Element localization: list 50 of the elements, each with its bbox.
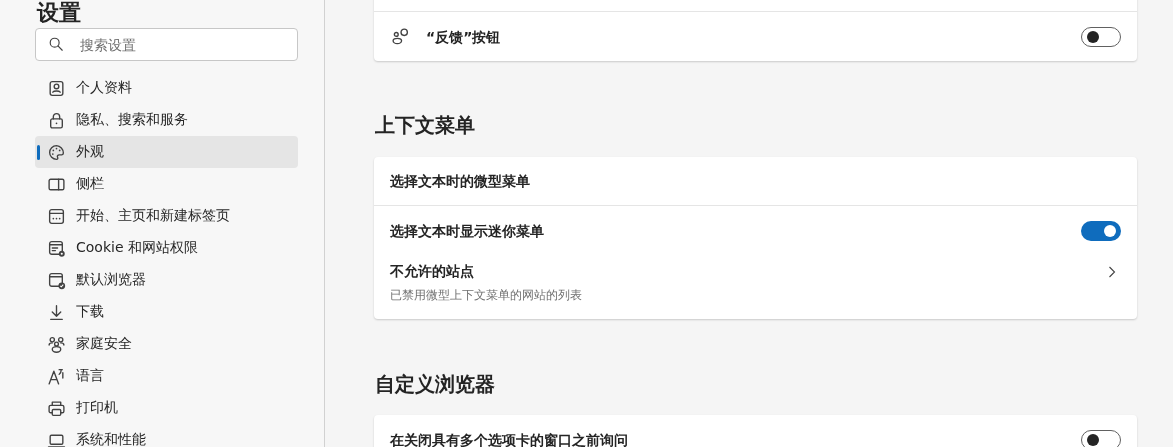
setting-label: 不允许的站点 [390,262,475,281]
language-icon [47,366,66,386]
toggle-switch[interactable] [1081,221,1121,241]
nav-label: 个人资料 [76,79,132,97]
nav-item[interactable]: 语言 [35,360,298,392]
setting-label: “反馈”按钮 [426,27,502,47]
nav-label: Cookie 和网站权限 [76,239,198,257]
nav-item[interactable]: 家庭安全 [35,328,298,360]
nav-label: 隐私、搜索和服务 [76,111,188,129]
search-field[interactable]: 搜索设置 [35,28,298,61]
nav-item[interactable]: 个人资料 [35,72,298,104]
section-heading: 自定义浏览器 [374,371,496,398]
new-tab-icon [47,206,66,226]
nav-label: 家庭安全 [76,335,132,353]
nav-label: 外观 [76,143,104,161]
nav-item[interactable]: 打印机 [35,392,298,424]
nav-label: 打印机 [76,399,118,417]
section-heading: 上下文菜单 [374,112,476,139]
setting-label: 在关闭具有多个选项卡的窗口之前询问 [390,430,629,447]
nav-label: 默认浏览器 [76,271,146,289]
nav-label: 系统和性能 [76,431,146,447]
nav-item[interactable]: 外观 [35,136,298,168]
nav-item[interactable]: 系统和性能 [35,424,298,447]
nav-item[interactable]: Cookie 和网站权限 [35,232,298,264]
toggle-switch[interactable] [1081,26,1121,47]
download-icon [47,302,66,322]
nav-item[interactable]: 下载 [35,296,298,328]
setting-description: 已禁用微型上下文菜单的网站的列表 [390,287,583,304]
toggle-switch[interactable] [1081,429,1121,447]
profile-icon [47,78,66,98]
page-title: 设置 [35,0,82,26]
setting-label: 选择文本时显示迷你菜单 [390,222,545,241]
feedback-icon [391,27,410,46]
palette-icon [47,142,66,162]
browser-check-icon [47,270,66,290]
nav-item[interactable]: 开始、主页和新建标签页 [35,200,298,232]
printer-icon [47,398,66,418]
nav-label: 侧栏 [76,175,104,193]
lock-icon [47,110,66,130]
chevron-right-icon[interactable] [1107,264,1117,280]
family-icon [47,334,66,354]
nav-label: 语言 [76,367,104,385]
nav-label: 开始、主页和新建标签页 [76,207,230,225]
group-title: 选择文本时的微型菜单 [390,172,530,191]
cookie-settings-icon [47,238,66,258]
nav-item[interactable]: 默认浏览器 [35,264,298,296]
selection-indicator [37,145,40,160]
nav-label: 下载 [76,303,104,321]
nav-item[interactable]: 侧栏 [35,168,298,200]
nav-item[interactable]: 隐私、搜索和服务 [35,104,298,136]
